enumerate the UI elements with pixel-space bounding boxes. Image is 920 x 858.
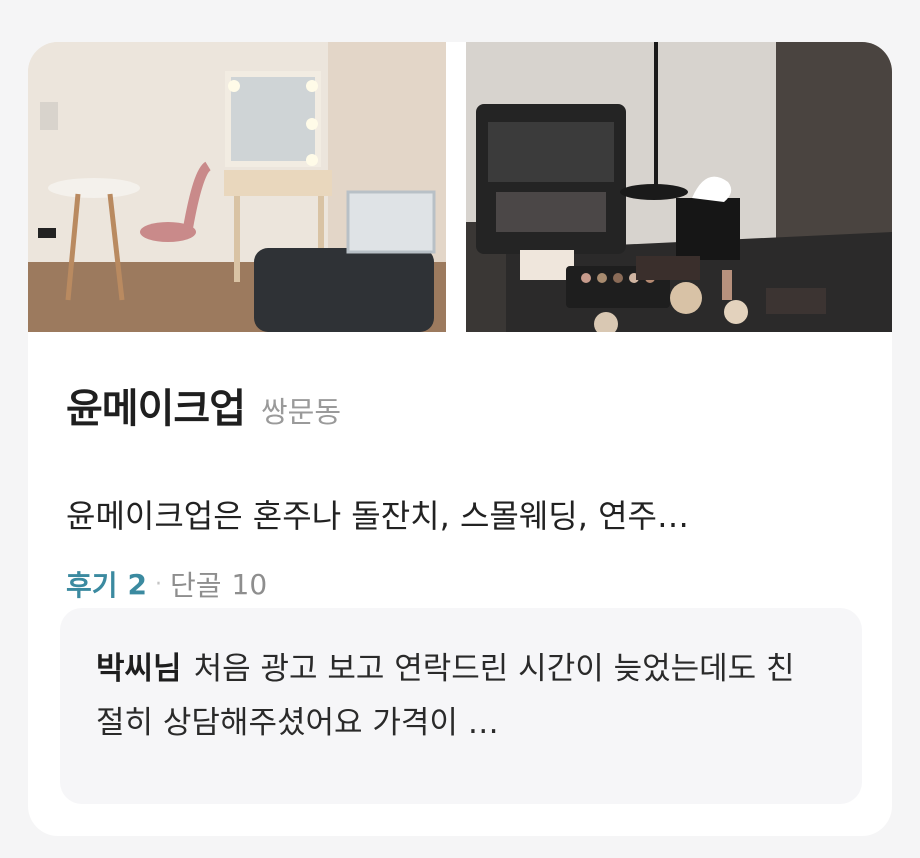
photo-gallery[interactable] (28, 42, 892, 332)
review-author: 박씨님 (96, 651, 182, 687)
listing-title-row: 윤메이크업 쌍문동 (66, 376, 341, 434)
regular-customer-label: 단골 (170, 569, 222, 602)
shop-name[interactable]: 윤메이크업 (66, 376, 246, 434)
studio-room-photo[interactable] (28, 42, 446, 332)
review-preview[interactable]: 박씨님 처음 광고 보고 연락드린 시간이 늦었는데도 친절히 상담해주셨어요 가… (60, 608, 862, 804)
makeup-kit-photo[interactable] (466, 42, 892, 332)
makeup-kit-image (466, 42, 892, 332)
studio-room-image (28, 42, 446, 332)
meta-separator: · (155, 571, 163, 597)
regular-customer-count: 10 (231, 567, 268, 601)
review-text-block: 박씨님 처음 광고 보고 연락드린 시간이 늦었는데도 친절히 상담해주셨어요 가… (96, 642, 816, 750)
review-label[interactable]: 후기 (66, 564, 118, 604)
listing-meta: 후기 2 · 단골 10 (66, 564, 267, 604)
review-body: 처음 광고 보고 연락드린 시간이 늦었는데도 친절히 상담해주셨어요 가격이 … (96, 651, 795, 741)
shop-area: 쌍문동 (261, 395, 342, 429)
listing-card[interactable]: 윤메이크업 쌍문동 윤메이크업은 혼주나 돌잔치, 스몰웨딩, 연주… 후기 2… (28, 42, 892, 836)
review-count[interactable]: 2 (128, 568, 147, 601)
shop-description: 윤메이크업은 혼주나 돌잔치, 스몰웨딩, 연주… (66, 497, 689, 535)
